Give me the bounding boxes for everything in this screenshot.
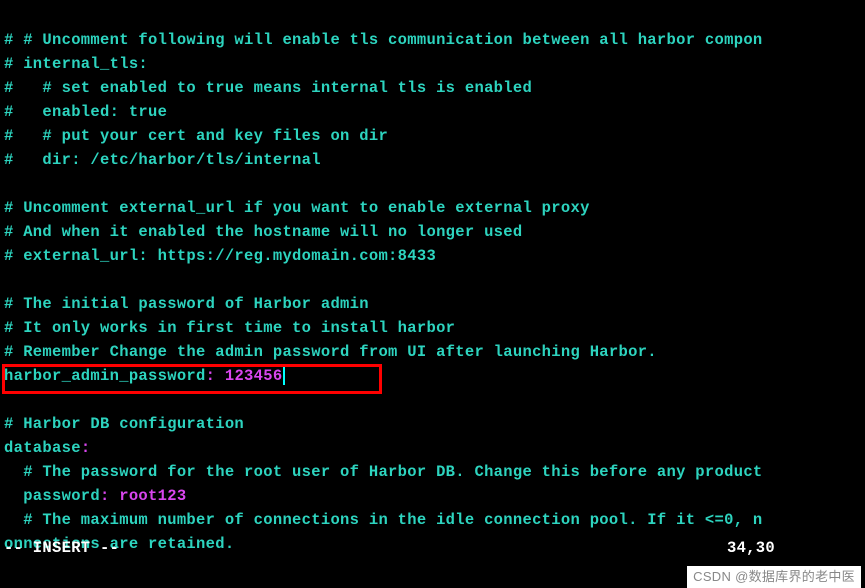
config-line: # dir: /etc/harbor/tls/internal (4, 151, 321, 169)
yaml-key: harbor_admin_password (4, 367, 206, 385)
config-line: # The password for the root user of Harb… (4, 463, 763, 481)
yaml-colon: : (81, 439, 91, 457)
text-cursor (283, 367, 285, 385)
config-line: # # Uncomment following will enable tls … (4, 31, 763, 49)
config-line: # # put your cert and key files on dir (4, 127, 388, 145)
yaml-key: password (4, 487, 100, 505)
yaml-key: database (4, 439, 81, 457)
editor-content[interactable]: # # Uncomment following will enable tls … (4, 4, 861, 556)
cursor-position: 34,30 (727, 536, 775, 560)
db-password-line: password: root123 (4, 487, 186, 505)
config-line: # It only works in first time to install… (4, 319, 455, 337)
config-line: # The maximum number of connections in t… (4, 511, 763, 529)
config-line: # # set enabled to true means internal t… (4, 79, 532, 97)
config-line: # Uncomment external_url if you want to … (4, 199, 590, 217)
yaml-colon: : (206, 367, 216, 385)
config-line: # The initial password of Harbor admin (4, 295, 369, 313)
config-line: # Harbor DB configuration (4, 415, 244, 433)
config-line: # internal_tls: (4, 55, 148, 73)
config-line: # enabled: true (4, 103, 167, 121)
yaml-value: root123 (110, 487, 187, 505)
csdn-watermark: CSDN @数据库界的老中医 (687, 566, 861, 588)
yaml-value: 123456 (215, 367, 282, 385)
password-line: harbor_admin_password: 123456 (4, 367, 285, 385)
yaml-colon: : (100, 487, 110, 505)
database-line: database: (4, 439, 90, 457)
config-line: # Remember Change the admin password fro… (4, 343, 657, 361)
vim-mode-indicator: -- INSERT -- (4, 536, 119, 560)
config-line: # And when it enabled the hostname will … (4, 223, 522, 241)
config-line: # external_url: https://reg.mydomain.com… (4, 247, 436, 265)
